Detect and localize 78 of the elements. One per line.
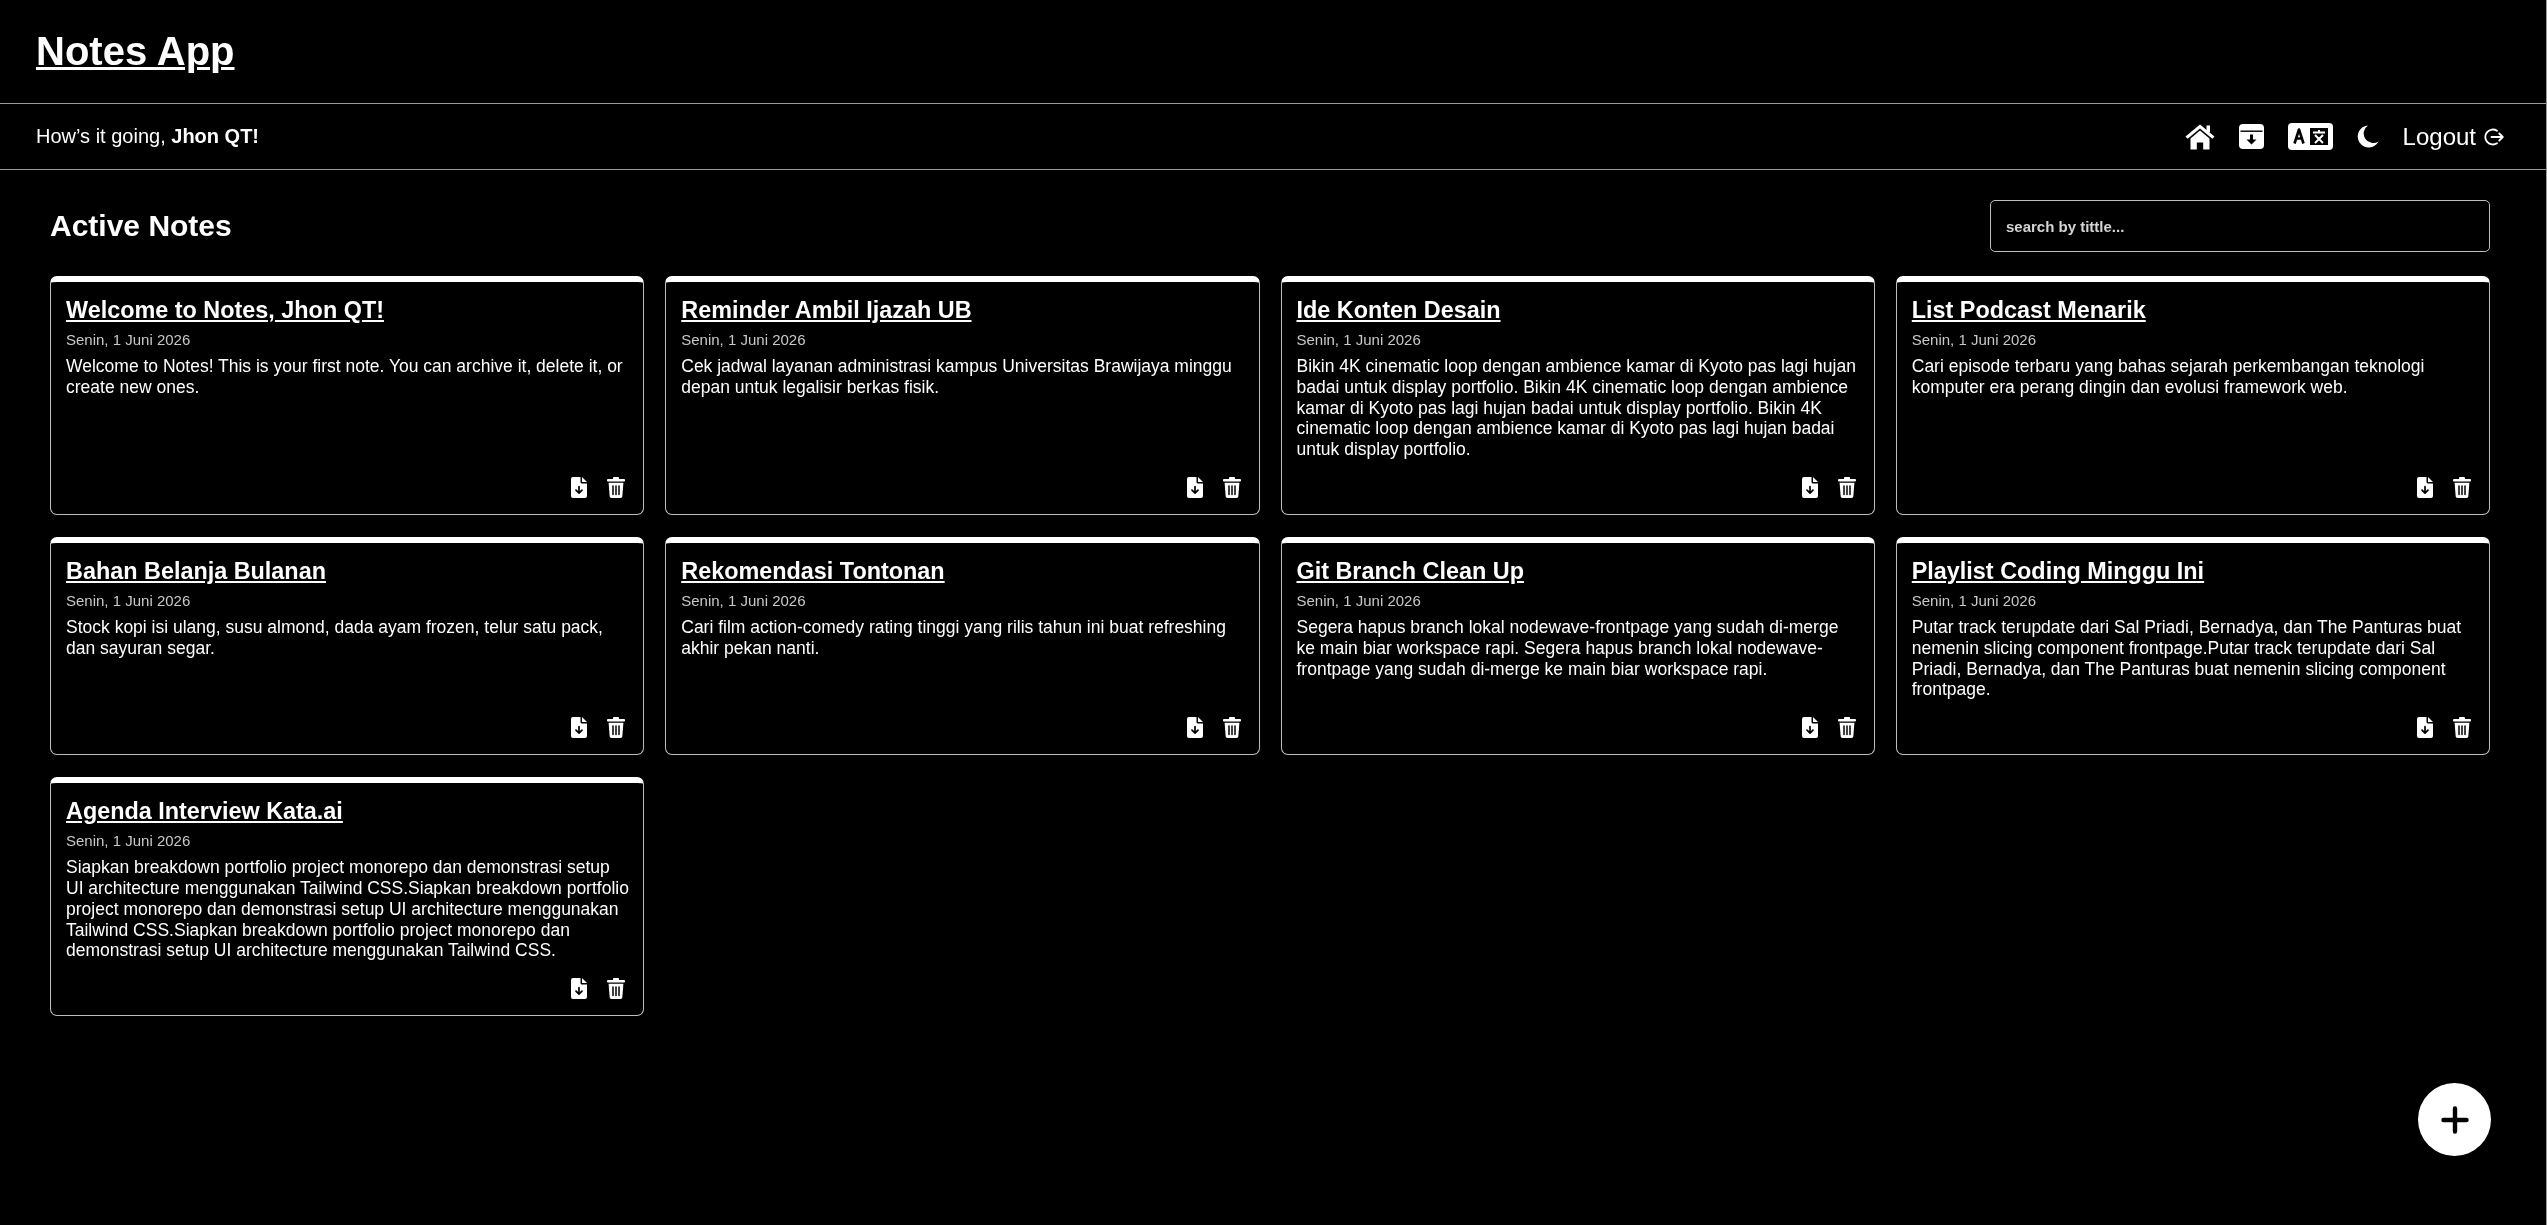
note-date: Senin, 1 Juni 2026: [1911, 331, 2036, 348]
note-date: Senin, 1 Juni 2026: [681, 331, 806, 348]
note-date: Senin, 1 Juni 2026: [66, 592, 191, 609]
note-title-link[interactable]: Playlist Coding Minggu Ini: [1911, 558, 2205, 585]
note-body: Bikin 4K cinematic loop dengan ambience kamar di Kyoto pas lagi hujan badai untuk display portfolio. Bikin 4K cinematic loop dengan ambience kamar di Kyoto pas lagi hujan badai untuk display portfolio. Bikin 4K cinematic loop dengan ambience kamar di Kyoto pas lagi hujan badai untuk display portfolio.: [1296, 356, 1857, 460]
section-heading: Active Notes: [50, 209, 232, 243]
archive-nav-button[interactable]: [2238, 124, 2264, 149]
home-icon: [2184, 123, 2215, 150]
language-button[interactable]: [2287, 123, 2333, 150]
note-date: Senin, 1 Juni 2026: [1296, 592, 1421, 609]
archive-button[interactable]: [1186, 717, 1203, 739]
archive-button[interactable]: [1186, 477, 1203, 498]
file-arrow-down-icon: [1801, 477, 1818, 498]
trash-icon: [2453, 477, 2471, 498]
translate-icon: [2287, 123, 2333, 150]
delete-button[interactable]: [1837, 477, 1856, 498]
note-body: Stock kopi isi ulang, susu almond, dada ayam frozen, telur satu pack, dan sayuran segar.: [66, 617, 604, 659]
file-arrow-down-icon: [571, 717, 588, 739]
file-arrow-down-icon: [2417, 477, 2433, 498]
greeting-text: How’s it going, Jhon QT!: [36, 125, 260, 148]
archive-button[interactable]: [1801, 477, 1818, 498]
archive-box-icon: [2238, 124, 2264, 149]
delete-button[interactable]: [2453, 477, 2471, 498]
note-date: Senin, 1 Juni 2026: [66, 331, 191, 348]
archive-button[interactable]: [571, 978, 588, 1000]
note-date: Senin, 1 Juni 2026: [1296, 331, 1421, 348]
moon-icon: [2356, 125, 2379, 148]
trash-icon: [1222, 477, 1241, 498]
file-arrow-down-icon: [571, 477, 588, 498]
file-arrow-down-icon: [1186, 717, 1203, 739]
logout-icon: [2484, 126, 2504, 147]
note-body: Putar track terupdate dari Sal Priadi, Bernadya, dan The Panturas buat nemenin slicing component frontpage.Putar track terupdate dari Sal Priadi, Bernadya, dan The Panturas buat nemenin slicing component frontpage.: [1911, 617, 2463, 701]
archive-button[interactable]: [571, 717, 588, 739]
note-body: Segera hapus branch lokal nodewave-frontpage yang sudah di-merge ke main biar workspace rapi. Segera hapus branch lokal nodewave-frontpage yang sudah di-merge ke main biar workspace rapi.: [1296, 617, 1840, 680]
note-date: Senin, 1 Juni 2026: [681, 592, 806, 609]
trash-icon: [607, 978, 626, 1000]
note-title-link[interactable]: Welcome to Notes, Jhon QT!: [66, 297, 384, 324]
note-title-link[interactable]: Ide Konten Desain: [1296, 297, 1501, 324]
delete-button[interactable]: [1222, 717, 1241, 739]
note-body: Siapkan breakdown portfolio project monorepo dan demonstrasi setup UI architecture menggunakan Tailwind CSS.Siapkan breakdown portfolio project monorepo dan demonstrasi setup UI architecture menggunakan Tailwind CSS.Siapkan breakdown portfolio project monorepo dan demonstrasi setup UI architecture menggunakan Tailwind CSS.: [66, 857, 630, 962]
note-date: Senin, 1 Juni 2026: [66, 832, 191, 850]
note-title-link[interactable]: Rekomendasi Tontonan: [681, 558, 945, 585]
logout-button[interactable]: Logout: [2402, 122, 2504, 151]
note-title-link[interactable]: Agenda Interview Kata.ai: [66, 798, 343, 826]
note-body: Cari film action-comedy rating tinggi yang rilis tahun ini buat refreshing akhir pekan nanti.: [681, 617, 1227, 659]
note-title-link[interactable]: List Podcast Menarik: [1911, 297, 2146, 324]
note-body: Cek jadwal layanan administrasi kampus Universitas Brawijaya minggu depan untuk legalisir berkas fisik.: [681, 356, 1233, 398]
note-date: Senin, 1 Juni 2026: [1911, 592, 2036, 609]
note-title-link[interactable]: Bahan Belanja Bulanan: [66, 558, 326, 585]
trash-icon: [607, 477, 626, 498]
delete-button[interactable]: [2453, 717, 2471, 739]
trash-icon: [1222, 717, 1241, 739]
archive-button[interactable]: [1801, 717, 1818, 739]
delete-button[interactable]: [1222, 477, 1241, 498]
file-arrow-down-icon: [571, 978, 588, 1000]
note-title-link[interactable]: Git Branch Clean Up: [1296, 558, 1524, 585]
delete-button[interactable]: [1837, 717, 1856, 739]
home-button[interactable]: [2184, 123, 2215, 150]
trash-icon: [607, 717, 626, 739]
delete-button[interactable]: [607, 717, 626, 739]
trash-icon: [1837, 477, 1856, 498]
note-body: Cari episode terbaru yang bahas sejarah perkembangan teknologi komputer era perang dingin dan evolusi framework web.: [1911, 356, 2426, 398]
delete-button[interactable]: [607, 477, 626, 498]
file-arrow-down-icon: [2417, 717, 2433, 739]
archive-button[interactable]: [571, 477, 588, 498]
archive-button[interactable]: [2417, 717, 2433, 739]
search-field[interactable]: search by tittle...: [1990, 200, 2490, 252]
note-body: Welcome to Notes! This is your first note. You can archive it, delete it, or create new ones.: [66, 356, 624, 398]
plus-icon: [2440, 1105, 2469, 1134]
file-arrow-down-icon: [1186, 477, 1203, 498]
archive-button[interactable]: [2417, 477, 2433, 498]
trash-icon: [1837, 717, 1856, 739]
app-title-link[interactable]: Notes App: [36, 29, 235, 74]
theme-toggle-button[interactable]: [2356, 125, 2379, 148]
trash-icon: [2453, 717, 2471, 739]
delete-button[interactable]: [607, 978, 626, 1000]
note-title-link[interactable]: Reminder Ambil Ijazah UB: [681, 297, 972, 324]
file-arrow-down-icon: [1801, 717, 1818, 739]
